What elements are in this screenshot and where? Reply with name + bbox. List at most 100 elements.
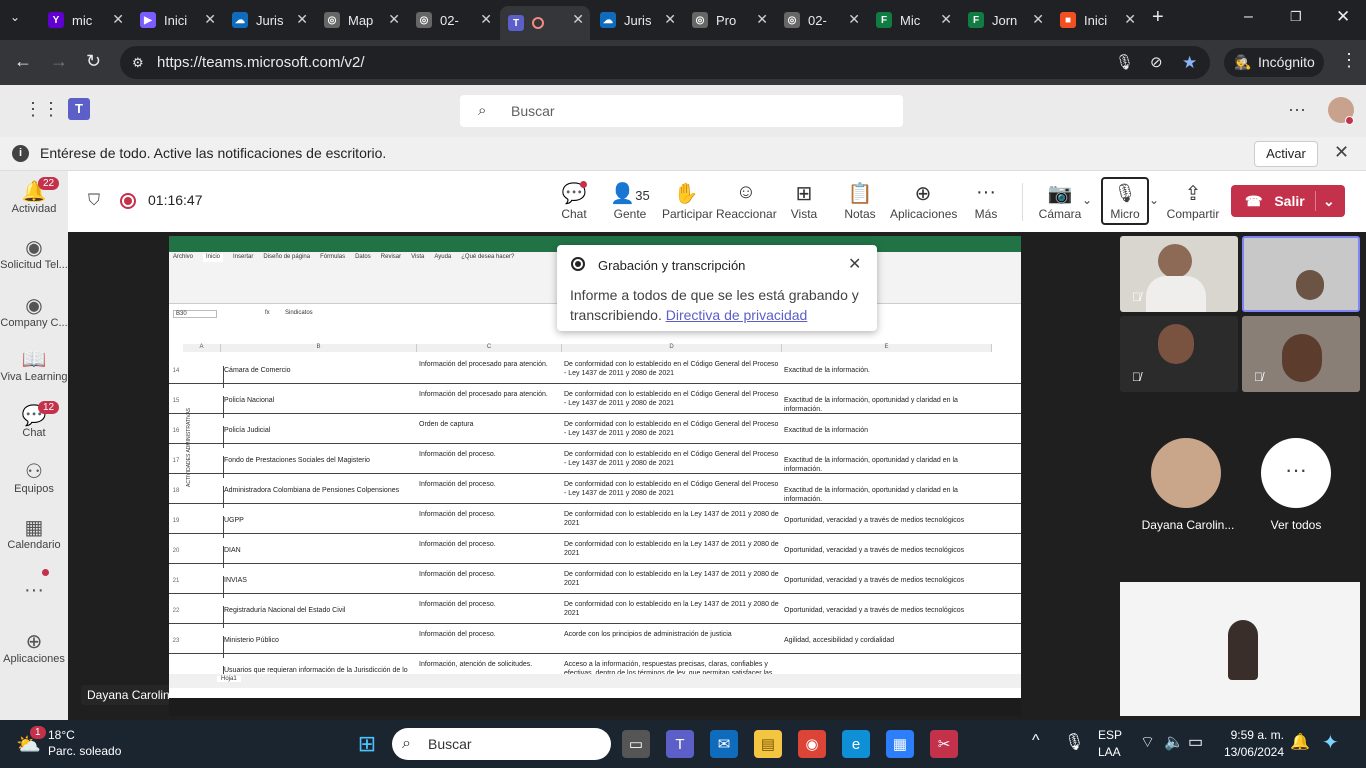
back-icon[interactable]: ←: [14, 51, 32, 72]
table-cell[interactable]: De conformidad con lo establecido en el …: [564, 450, 780, 472]
rail-item[interactable]: ◉ Company C...: [0, 293, 68, 329]
tab-close-icon[interactable]: ✕: [756, 11, 768, 28]
search-input[interactable]: ⌕ Buscar: [460, 95, 903, 127]
chat-button[interactable]: 💬 Chat: [556, 181, 592, 221]
activate-button[interactable]: Activar: [1254, 141, 1318, 167]
rail-item[interactable]: 💬 Chat 12: [0, 401, 68, 439]
tab-close-icon[interactable]: ✕: [664, 11, 676, 28]
banner-close-icon[interactable]: ✕: [1334, 142, 1349, 163]
file-explorer-icon[interactable]: ▤: [754, 730, 782, 758]
mail-icon[interactable]: ✉: [710, 730, 738, 758]
browser-tab[interactable]: ☁ Juris ✕: [224, 6, 314, 34]
table-cell[interactable]: De conformidad con lo establecido en la …: [564, 540, 780, 562]
table-row[interactable]: 15 Policía Nacional Información del proces…: [169, 384, 1021, 418]
excel-menu-tab[interactable]: Ayuda: [434, 254, 451, 262]
tab-close-icon[interactable]: ✕: [1032, 11, 1044, 28]
tab-close-icon[interactable]: ✕: [204, 11, 216, 28]
battery-icon[interactable]: ▭: [1188, 732, 1203, 752]
tab-close-icon[interactable]: ✕: [1124, 11, 1136, 28]
table-row[interactable]: 14 Cámara de Comercio Información del proc…: [169, 354, 1021, 388]
tab-close-icon[interactable]: ✕: [572, 11, 584, 28]
table-cell[interactable]: De conformidad con lo establecido en la …: [564, 510, 780, 532]
task-view-icon[interactable]: ▭: [622, 730, 650, 758]
table-cell[interactable]: De conformidad con lo establecido en el …: [564, 360, 780, 382]
table-cell[interactable]: Información del proceso.: [419, 450, 560, 472]
camera-button[interactable]: 📷 Cámara: [1038, 181, 1082, 221]
browser-tab[interactable]: ▶ Inici ✕: [132, 6, 222, 34]
react-button[interactable]: ☺ Reaccionar: [716, 181, 777, 221]
excel-menu-tab[interactable]: Vista: [411, 254, 424, 262]
copilot-icon[interactable]: ✦: [1322, 730, 1339, 755]
table-row[interactable]: 23 Ministerio Público Información del proc…: [169, 624, 1021, 658]
table-row[interactable]: 20 DIAN Información del proceso. De conform…: [169, 534, 1021, 568]
reload-icon[interactable]: ↻: [86, 51, 101, 72]
rail-item[interactable]: ···: [0, 579, 68, 603]
lang-layout[interactable]: LAA: [1098, 745, 1121, 759]
bookmark-star-icon[interactable]: ★: [1182, 46, 1197, 79]
tab-search-icon[interactable]: ⌄: [10, 10, 20, 24]
mic-button[interactable]: 🎙 Micro: [1101, 177, 1149, 225]
mic-tray-icon[interactable]: 🎙: [1064, 732, 1084, 752]
tab-close-icon[interactable]: ✕: [296, 11, 308, 28]
table-row[interactable]: 21 INVIAS Información del proceso. De confo…: [169, 564, 1021, 598]
leave-button[interactable]: ☎ Salir ⌄: [1231, 185, 1345, 217]
table-cell[interactable]: Información del proceso.: [419, 600, 560, 622]
forward-icon[interactable]: →: [50, 51, 68, 72]
table-cell[interactable]: De conformidad con lo establecido en el …: [564, 420, 780, 442]
share-button[interactable]: ⇪ Compartir: [1166, 181, 1220, 221]
excel-menu-tab[interactable]: Diseño de página: [263, 254, 310, 262]
leave-options-chevron-icon[interactable]: ⌄: [1323, 185, 1335, 217]
self-view-tile[interactable]: [1120, 582, 1360, 716]
browser-tab[interactable]: ◎ 02- ✕: [776, 6, 866, 34]
tab-close-icon[interactable]: ✕: [940, 11, 952, 28]
privacy-policy-link[interactable]: Directiva de privacidad: [666, 307, 808, 323]
table-row[interactable]: 16 Policía Judicial Orden de captura De con…: [169, 414, 1021, 448]
browser-tab[interactable]: T ✕: [500, 6, 590, 40]
close-window-icon[interactable]: ✕: [1336, 7, 1350, 27]
table-cell[interactable]: Información del proceso.: [419, 540, 560, 562]
table-row[interactable]: 17 Fondo de Prestaciones Sociales del Mag…: [169, 444, 1021, 478]
notification-bell-icon[interactable]: 🔔: [1290, 732, 1310, 752]
tab-close-icon[interactable]: ✕: [112, 11, 124, 28]
tab-close-icon[interactable]: ✕: [848, 11, 860, 28]
view-button[interactable]: ⊞ Vista: [786, 181, 822, 221]
see-all-button[interactable]: ···: [1261, 438, 1331, 508]
rail-item[interactable]: 🔔 Actividad 22: [0, 177, 68, 215]
more-button[interactable]: ··· Más: [970, 181, 1002, 221]
edge-icon[interactable]: e: [842, 730, 870, 758]
table-cell[interactable]: Información del proceso.: [419, 480, 560, 502]
browser-tab[interactable]: ◎ Map ✕: [316, 6, 406, 34]
volume-icon[interactable]: 🔈: [1164, 732, 1184, 752]
column-header[interactable]: E: [782, 344, 992, 352]
rail-item[interactable]: ⚇ Equipos: [0, 459, 68, 495]
browser-tab[interactable]: ◎ 02- ✕: [408, 6, 498, 34]
weather-widget[interactable]: ⛅ 1 18°C Parc. soleado: [14, 726, 134, 762]
mic-options-chevron-icon[interactable]: ⌄: [1149, 193, 1159, 207]
browser-menu-icon[interactable]: ⋮: [1340, 50, 1358, 71]
lang-code[interactable]: ESP: [1098, 728, 1122, 742]
table-cell[interactable]: Acorde con los principios de administrac…: [564, 630, 780, 652]
apps-button[interactable]: ⊕ Aplicaciones: [890, 181, 957, 221]
tab-close-icon[interactable]: ✕: [388, 11, 400, 28]
participant-tile[interactable]: [1242, 236, 1360, 312]
column-header[interactable]: D: [562, 344, 782, 352]
taskbar-search-input[interactable]: ⌕ Buscar: [392, 728, 611, 760]
table-cell[interactable]: De conformidad con lo establecido en el …: [564, 480, 780, 502]
address-bar[interactable]: ⚙ https://teams.microsoft.com/v2/ 🎙 ⊘ ★: [120, 46, 1210, 79]
formula-input[interactable]: Sindicatos: [285, 310, 313, 316]
participant-tile[interactable]: 🎙̸: [1242, 316, 1360, 392]
sheet-tab[interactable]: Hoja1: [217, 676, 241, 682]
browser-tab[interactable]: ◎ Pro ✕: [684, 6, 774, 34]
excel-menu-tab[interactable]: Datos: [355, 254, 371, 262]
minimize-icon[interactable]: –: [1244, 8, 1253, 26]
new-tab-button[interactable]: +: [1152, 6, 1164, 29]
camera-options-chevron-icon[interactable]: ⌄: [1082, 193, 1092, 207]
wifi-icon[interactable]: ⌔: [1140, 732, 1155, 752]
notes-button[interactable]: 📋 Notas: [842, 181, 878, 221]
browser-tab[interactable]: F Jorn ✕: [960, 6, 1050, 34]
snipping-tool-icon[interactable]: ✂: [930, 730, 958, 758]
table-cell[interactable]: De conformidad con lo establecido en la …: [564, 600, 780, 622]
table-cell[interactable]: Información del proceso.: [419, 630, 560, 652]
rail-item[interactable]: ◉ Solicitud Tel...: [0, 235, 68, 271]
table-row[interactable]: 19 UGPP Información del proceso. De conform…: [169, 504, 1021, 538]
